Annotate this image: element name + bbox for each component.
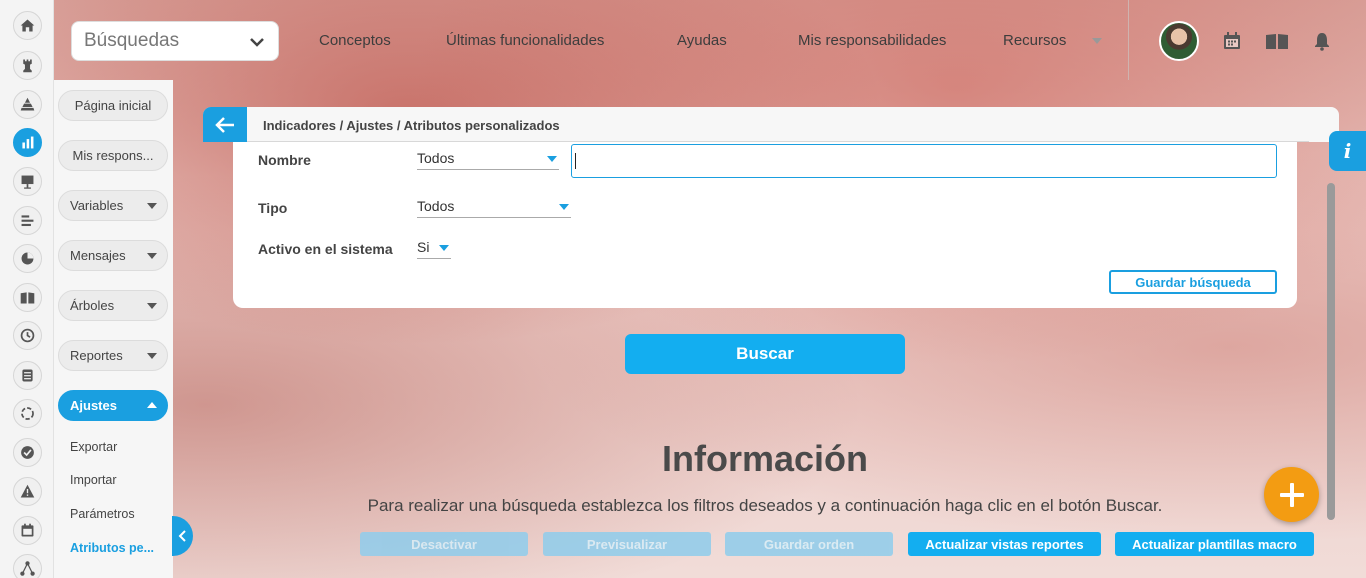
sidebar-item-label: Página inicial bbox=[74, 98, 152, 113]
subitem-exportar[interactable]: Exportar bbox=[70, 440, 117, 454]
scrollbar[interactable] bbox=[1327, 183, 1335, 520]
subitem-atributos-personalizados[interactable]: Atributos pe... bbox=[70, 541, 154, 555]
nombre-operator-value: Todos bbox=[417, 150, 455, 166]
sidebar-item-pagina-inicial[interactable]: Página inicial bbox=[58, 90, 168, 121]
arrow-left-icon bbox=[215, 116, 234, 133]
info-icon[interactable]: i bbox=[1329, 131, 1366, 171]
caret-up-icon bbox=[147, 402, 157, 408]
sidebar-item-variables[interactable]: Variables bbox=[58, 190, 168, 221]
sidebar-item-label: Mis respons... bbox=[72, 148, 154, 163]
activo-value: Si bbox=[417, 239, 430, 255]
sidebar: Página inicial Mis respons... Variables … bbox=[54, 80, 173, 578]
avatar[interactable] bbox=[1159, 21, 1199, 61]
align-icon[interactable] bbox=[13, 206, 42, 235]
sidebar-item-reportes[interactable]: Reportes bbox=[58, 340, 168, 371]
caret-down-icon bbox=[147, 203, 157, 209]
info-title: Información bbox=[661, 438, 868, 479]
top-bar: Búsquedas Conceptos Últimas funcionalida… bbox=[54, 0, 1366, 80]
breadcrumb: Indicadores / Ajustes / Atributos person… bbox=[263, 118, 560, 133]
nombre-label: Nombre bbox=[258, 152, 311, 168]
sidebar-item-mis-responsabilidades[interactable]: Mis respons... bbox=[58, 140, 168, 171]
nav-mis-responsabilidades[interactable]: Mis responsabilidades bbox=[798, 32, 946, 49]
nav-recursos[interactable]: Recursos bbox=[1003, 32, 1066, 49]
nombre-operator-select[interactable]: Todos bbox=[417, 148, 559, 170]
update-report-views-button[interactable]: Actualizar vistas reportes bbox=[908, 532, 1101, 556]
sidebar-item-label: Mensajes bbox=[70, 248, 126, 263]
check-icon[interactable] bbox=[13, 438, 42, 467]
home-icon[interactable] bbox=[13, 11, 42, 40]
nombre-input[interactable] bbox=[571, 144, 1277, 178]
add-fab-button[interactable] bbox=[1264, 467, 1319, 522]
caret-down-icon bbox=[147, 303, 157, 309]
dropdown-arrow-icon bbox=[559, 204, 569, 210]
pie-chart-icon[interactable] bbox=[13, 244, 42, 273]
nav-ultimas-funcionalidades[interactable]: Últimas funcionalidades bbox=[446, 32, 604, 49]
search-type-select[interactable]: Búsquedas bbox=[71, 21, 279, 61]
activo-label: Activo en el sistema bbox=[258, 241, 393, 257]
sidebar-item-label: Variables bbox=[70, 198, 124, 213]
search-button[interactable]: Buscar bbox=[625, 334, 905, 374]
sidebar-item-label: Ajustes bbox=[70, 398, 117, 413]
save-search-button[interactable]: Guardar búsqueda bbox=[1109, 270, 1277, 294]
sidebar-item-label: Reportes bbox=[70, 348, 123, 363]
search-form: Nombre Todos Tipo Todos Activo en el sis… bbox=[233, 142, 1297, 308]
save-order-button[interactable]: Guardar orden bbox=[725, 532, 893, 556]
clock-icon[interactable] bbox=[13, 321, 42, 350]
text-cursor bbox=[575, 153, 576, 169]
sidebar-item-ajustes[interactable]: Ajustes bbox=[58, 390, 168, 421]
preview-button[interactable]: Previsualizar bbox=[543, 532, 711, 556]
dropdown-arrow-icon bbox=[547, 156, 557, 162]
subitem-importar[interactable]: Importar bbox=[70, 473, 117, 487]
nav-ayudas[interactable]: Ayudas bbox=[677, 32, 727, 49]
update-macro-templates-button[interactable]: Actualizar plantillas macro bbox=[1115, 532, 1314, 556]
info-text: Para realizar una búsqueda establezca lo… bbox=[367, 496, 1163, 515]
dropdown-arrow-icon bbox=[439, 245, 449, 251]
bar-chart-icon[interactable] bbox=[13, 128, 42, 157]
pyramid-icon[interactable] bbox=[13, 90, 42, 119]
card-header: Indicadores / Ajustes / Atributos person… bbox=[203, 107, 1339, 142]
chevron-left-icon bbox=[178, 530, 186, 542]
sidebar-item-mensajes[interactable]: Mensajes bbox=[58, 240, 168, 271]
calendar-icon[interactable] bbox=[13, 516, 42, 545]
chess-rook-icon[interactable] bbox=[13, 51, 42, 80]
tipo-value: Todos bbox=[417, 198, 455, 214]
search-type-value: Búsquedas bbox=[84, 30, 180, 51]
bell-icon[interactable] bbox=[1312, 31, 1332, 51]
tipo-select[interactable]: Todos bbox=[417, 196, 571, 218]
top-divider bbox=[1128, 0, 1129, 80]
book-icon[interactable] bbox=[13, 283, 42, 312]
calendar-icon[interactable] bbox=[1222, 31, 1242, 51]
back-button[interactable] bbox=[203, 107, 247, 142]
sidebar-item-arboles[interactable]: Árboles bbox=[58, 290, 168, 321]
activo-select[interactable]: Si bbox=[417, 237, 451, 259]
chevron-down-icon bbox=[250, 38, 264, 47]
caret-down-icon bbox=[147, 353, 157, 359]
presentation-icon[interactable] bbox=[13, 167, 42, 196]
tipo-label: Tipo bbox=[258, 200, 288, 216]
caret-down-icon bbox=[147, 253, 157, 259]
list-icon[interactable] bbox=[13, 361, 42, 390]
deactivate-button[interactable]: Desactivar bbox=[360, 532, 528, 556]
network-icon[interactable] bbox=[13, 554, 42, 578]
plus-icon bbox=[1279, 482, 1304, 507]
cycle-icon[interactable] bbox=[13, 399, 42, 428]
sidebar-item-label: Árboles bbox=[70, 298, 115, 313]
icon-rail bbox=[0, 0, 54, 578]
book-icon[interactable] bbox=[1265, 31, 1289, 51]
nav-conceptos[interactable]: Conceptos bbox=[319, 32, 391, 49]
recursos-caret-icon[interactable] bbox=[1092, 38, 1102, 44]
warning-icon[interactable] bbox=[13, 477, 42, 506]
subitem-parametros[interactable]: Parámetros bbox=[70, 507, 135, 521]
